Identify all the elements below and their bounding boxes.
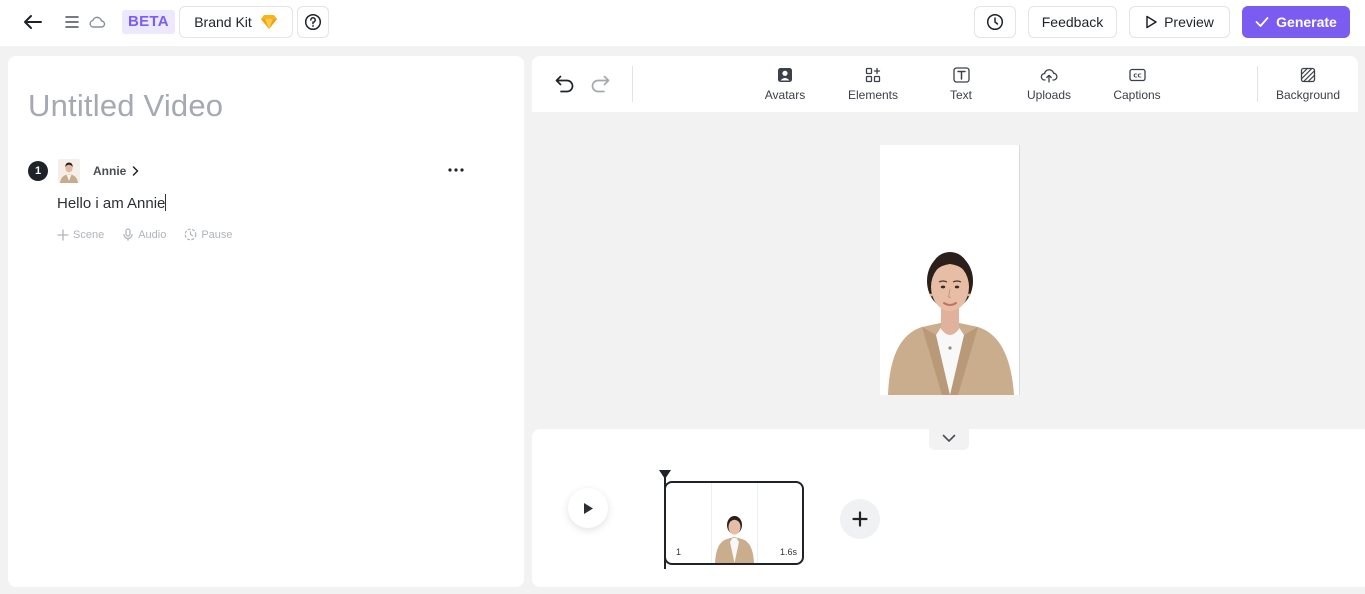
- clip-thumbnail: [712, 483, 757, 563]
- plus-icon: [852, 511, 868, 527]
- scene-script-text: Hello i am Annie: [57, 195, 166, 212]
- top-bar: BETA Brand Kit Feedback Preview Generate: [0, 0, 1365, 46]
- generate-label: Generate: [1276, 14, 1337, 30]
- toolbar-divider: [632, 66, 633, 102]
- preview-button[interactable]: Preview: [1129, 6, 1230, 38]
- avatar-selector[interactable]: Annie: [93, 164, 139, 178]
- add-audio-action[interactable]: Audio: [122, 228, 166, 241]
- clock-icon: [986, 13, 1004, 31]
- undo-icon: [555, 75, 574, 93]
- toolbar-divider: [1257, 66, 1258, 102]
- avatar-thumbnail: [58, 159, 80, 183]
- video-title-input[interactable]: Untitled Video: [28, 88, 223, 124]
- plus-icon: [57, 228, 69, 241]
- microphone-icon: [123, 228, 133, 241]
- back-button[interactable]: [18, 8, 48, 36]
- add-audio-label: Audio: [138, 228, 167, 241]
- collapse-timeline-button[interactable]: [929, 427, 969, 450]
- script-panel: Untitled Video 1 Annie Hello i am Annie …: [8, 56, 524, 587]
- scene-script-editor[interactable]: Hello i am Annie: [57, 194, 167, 212]
- beta-badge: BETA: [122, 10, 175, 34]
- add-clip-button[interactable]: [840, 499, 880, 539]
- add-pause-action[interactable]: Pause: [184, 228, 233, 241]
- tool-uploads-label: Uploads: [1026, 88, 1072, 102]
- hamburger-icon: [65, 16, 79, 28]
- tool-avatars-label: Avatars: [764, 88, 806, 102]
- editor-toolbar: Avatars Elements Text Uploads CC Caption…: [532, 56, 1358, 112]
- svg-text:CC: CC: [1133, 74, 1141, 80]
- play-outline-icon: [1146, 15, 1157, 29]
- arrow-left-icon: [24, 15, 42, 29]
- menu-button[interactable]: [62, 11, 82, 33]
- scene-options-button[interactable]: [444, 162, 468, 178]
- text-icon: [952, 67, 970, 83]
- gem-icon: [260, 15, 277, 29]
- add-scene-action[interactable]: Scene: [57, 228, 104, 241]
- tool-text[interactable]: Text: [926, 65, 996, 105]
- timeline-clip[interactable]: 1 1.6s: [664, 481, 804, 565]
- tool-captions-label: Captions: [1113, 88, 1161, 102]
- redo-button[interactable]: [589, 73, 611, 95]
- cloud-icon: [87, 12, 107, 32]
- play-button[interactable]: [568, 488, 608, 528]
- tool-avatars[interactable]: Avatars: [750, 65, 820, 105]
- question-circle-icon: [304, 13, 322, 31]
- history-button[interactable]: [974, 6, 1016, 38]
- chevron-down-icon: [942, 434, 956, 442]
- video-canvas[interactable]: [880, 145, 1020, 395]
- tool-text-label: Text: [949, 88, 972, 102]
- captions-icon: CC: [1128, 68, 1146, 82]
- brand-kit-button[interactable]: Brand Kit: [179, 6, 293, 38]
- clip-duration: 1.6s: [779, 547, 797, 557]
- checkmark-icon: [1255, 17, 1269, 27]
- clip-index: 1: [676, 547, 682, 557]
- tool-elements[interactable]: Elements: [838, 65, 908, 105]
- brand-kit-label: Brand Kit: [194, 14, 252, 30]
- pause-icon: [184, 228, 197, 241]
- clip-frame-divider: [757, 483, 758, 563]
- chevron-right-icon: [133, 166, 139, 176]
- text-cursor: [165, 194, 167, 211]
- add-pause-label: Pause: [201, 228, 233, 241]
- feedback-button[interactable]: Feedback: [1028, 6, 1117, 38]
- avatar-presenter-image: [880, 145, 1019, 395]
- avatar-icon: [778, 68, 792, 82]
- avatar-name-label: Annie: [93, 164, 127, 178]
- preview-label: Preview: [1164, 14, 1214, 30]
- tool-uploads[interactable]: Uploads: [1014, 65, 1084, 105]
- tool-captions[interactable]: CC Captions: [1102, 65, 1172, 105]
- play-icon: [584, 502, 593, 514]
- background-icon: [1300, 67, 1316, 83]
- tool-elements-label: Elements: [847, 88, 899, 102]
- script-actions: Scene Audio Pause: [57, 228, 233, 241]
- help-button[interactable]: [297, 6, 329, 38]
- tool-background-label: Background: [1275, 88, 1341, 102]
- scene-number-badge: 1: [28, 161, 48, 181]
- timeline-panel: [532, 429, 1365, 587]
- undo-button[interactable]: [554, 73, 576, 95]
- generate-button[interactable]: Generate: [1242, 6, 1350, 38]
- more-horizontal-icon: [448, 168, 464, 172]
- redo-icon: [591, 75, 610, 93]
- add-scene-label: Scene: [73, 228, 105, 241]
- tool-background[interactable]: Background: [1268, 65, 1348, 105]
- timeline-playhead[interactable]: [659, 470, 671, 569]
- upload-icon: [1040, 69, 1058, 83]
- elements-icon: [865, 67, 881, 83]
